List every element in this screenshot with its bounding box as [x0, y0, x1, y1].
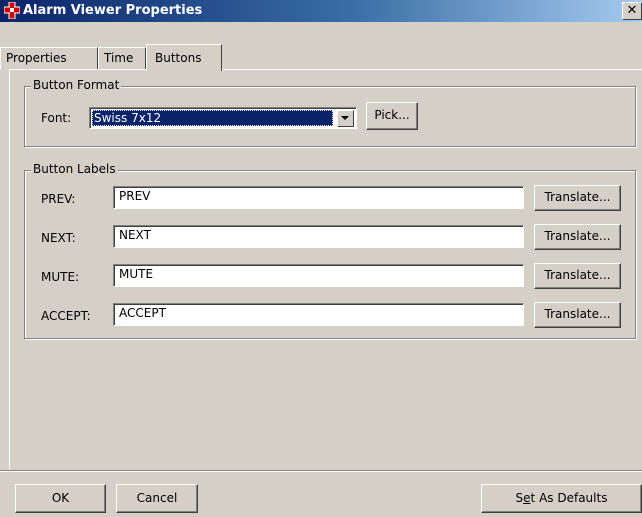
mute-field[interactable]: MUTE [113, 264, 524, 287]
pick-font-button[interactable]: Pick... [366, 102, 418, 130]
next-field[interactable]: NEXT [113, 225, 524, 248]
defaults-text-start: S [515, 491, 524, 505]
title-bar[interactable]: Alarm Viewer Properties ✕ [0, 0, 642, 22]
translate-mute-button[interactable]: Translate... [534, 263, 621, 289]
defaults-accelerator: e [523, 491, 531, 505]
font-dropdown-button[interactable] [337, 110, 354, 127]
tab-buttons[interactable]: Buttons [146, 44, 222, 71]
button-format-legend: Button Format [31, 78, 122, 92]
footer-separator [0, 470, 642, 472]
translate-next-button[interactable]: Translate... [534, 224, 621, 250]
next-label: NEXT: [41, 231, 76, 245]
alarm-viewer-icon [3, 1, 21, 20]
close-icon: ✕ [626, 3, 638, 18]
tab-label: Time [104, 51, 134, 65]
close-button[interactable]: ✕ [622, 2, 642, 20]
cancel-button[interactable]: Cancel [116, 484, 198, 513]
mute-label: MUTE: [41, 270, 80, 284]
tab-properties[interactable]: Properties [0, 47, 98, 69]
chevron-down-icon [341, 116, 349, 120]
button-labels-legend: Button Labels [31, 162, 118, 176]
translate-prev-button[interactable]: Translate... [534, 185, 621, 211]
tab-time[interactable]: Time [98, 47, 146, 69]
window-title: Alarm Viewer Properties [23, 3, 203, 18]
defaults-text-end: t As Defaults [530, 491, 608, 505]
tab-label: Buttons [155, 51, 202, 65]
accept-label: ACCEPT: [41, 309, 91, 323]
set-as-defaults-button[interactable]: Set As Defaults [481, 484, 642, 513]
accept-field[interactable]: ACCEPT [113, 303, 524, 326]
properties-dialog: Alarm Viewer Properties ✕ Properties Tim… [0, 0, 642, 517]
ok-button[interactable]: OK [15, 484, 106, 513]
translate-accept-button[interactable]: Translate... [534, 302, 621, 328]
font-select[interactable]: Swiss 7x12 [89, 107, 357, 129]
tab-label: Properties [6, 51, 67, 65]
prev-field[interactable]: PREV [113, 186, 524, 209]
font-select-value: Swiss 7x12 [92, 110, 333, 126]
prev-label: PREV: [41, 192, 76, 206]
font-label: Font: [41, 111, 72, 125]
